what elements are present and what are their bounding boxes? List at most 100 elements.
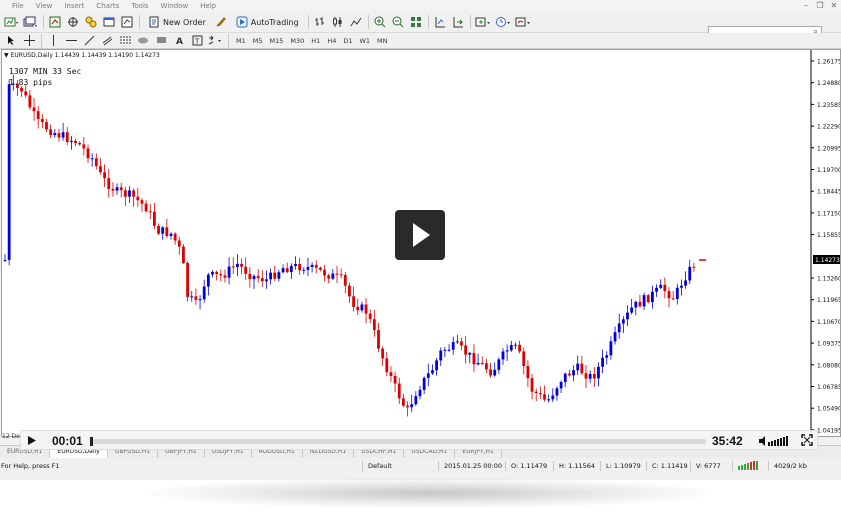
zoom-in-icon[interactable]: [373, 15, 387, 30]
horizontal-line-icon[interactable]: [64, 33, 78, 48]
menu-view[interactable]: View: [36, 2, 53, 10]
zoom-out-icon[interactable]: [391, 15, 405, 30]
candle-body: [57, 133, 61, 138]
candle-body: [692, 266, 696, 268]
autoscroll-icon[interactable]: [451, 15, 465, 30]
candle-body: [128, 190, 131, 197]
candlestick-icon[interactable]: [331, 15, 345, 30]
new-chart-icon[interactable]: [4, 15, 19, 30]
new-order-button[interactable]: New Order: [144, 14, 210, 31]
vertical-line-icon[interactable]: [46, 33, 60, 48]
status-high: H: 1.11564: [553, 461, 603, 471]
toolbar-separator: [427, 15, 429, 29]
timeframe-m5[interactable]: M5: [253, 37, 263, 45]
candle-body: [485, 363, 488, 370]
candle-body: [74, 140, 77, 143]
menu-window[interactable]: Window: [161, 2, 189, 10]
chart-menu-triangle-icon[interactable]: ▼: [4, 52, 9, 59]
profiles-icon[interactable]: [23, 15, 38, 30]
rectangle-icon[interactable]: [154, 33, 168, 48]
candle-body: [626, 312, 629, 320]
candle-body: [7, 84, 11, 260]
timeframe-w1[interactable]: W1: [359, 37, 370, 45]
price-tick-label: 1.11965: [817, 297, 840, 304]
terminal-icon[interactable]: [102, 15, 116, 30]
candle-body: [418, 389, 422, 397]
volume-icon[interactable]: [759, 435, 791, 449]
candle-body: [393, 375, 397, 384]
indicators-icon[interactable]: [475, 15, 491, 30]
video-play-overlay[interactable]: [395, 210, 445, 260]
chart-shift-icon[interactable]: [433, 15, 447, 30]
candle-time-overlay: 1307 MIN 33 Sec: [9, 67, 82, 76]
timeframe-m1[interactable]: M1: [236, 37, 246, 45]
close-icon[interactable]: ✕: [827, 0, 841, 11]
candle-body: [422, 377, 426, 390]
timeframe-d1[interactable]: D1: [343, 37, 352, 45]
candle-body: [285, 268, 289, 273]
candle-body: [605, 355, 609, 358]
bar-chart-icon[interactable]: [313, 15, 327, 30]
menu-file[interactable]: File: [12, 2, 24, 10]
candle-body: [223, 275, 227, 278]
timeframe-m30[interactable]: M30: [290, 37, 304, 45]
candle-body: [281, 268, 285, 273]
candle-body: [32, 107, 36, 112]
candle-body: [252, 275, 256, 280]
candle-body: [372, 319, 376, 331]
timeframe-m15[interactable]: M15: [270, 37, 284, 45]
data-window-icon[interactable]: [66, 15, 80, 30]
crosshair-icon[interactable]: [22, 33, 36, 48]
metaeditor-icon[interactable]: [214, 15, 228, 30]
line-chart-icon[interactable]: [349, 15, 363, 30]
new-order-label: New Order: [163, 17, 206, 27]
fibonacci-icon[interactable]: [118, 33, 132, 48]
candle-body: [667, 291, 671, 299]
menu-help[interactable]: Help: [200, 2, 216, 10]
price-tick-label: 1.23585: [817, 102, 840, 109]
seek-bar[interactable]: [90, 437, 706, 446]
candle-body: [410, 404, 414, 408]
tile-windows-icon[interactable]: [409, 15, 423, 30]
market-watch-icon[interactable]: [48, 15, 62, 30]
candle-body: [306, 266, 310, 270]
strategy-tester-icon[interactable]: [120, 15, 134, 30]
play-button[interactable]: [27, 435, 37, 448]
cursor-icon[interactable]: [4, 33, 18, 48]
arrows-icon[interactable]: [208, 33, 223, 48]
timeframe-h1[interactable]: H1: [311, 37, 320, 45]
svg-text:A: A: [176, 37, 183, 46]
menu-charts[interactable]: Charts: [96, 2, 119, 10]
candle-body: [277, 272, 281, 279]
candle-body: [70, 140, 73, 142]
candle-body: [194, 296, 198, 300]
text-label-icon[interactable]: T: [190, 33, 204, 48]
status-low: L: 1.10979: [600, 461, 648, 471]
minimize-icon[interactable]: –: [799, 0, 813, 11]
seek-handle[interactable]: [90, 437, 93, 446]
main-toolbar: New Order AutoTrading ⌕: [0, 12, 841, 41]
price-tick-label: 1.26175: [817, 59, 840, 66]
candle-body: [227, 266, 231, 278]
candle-body: [244, 266, 248, 274]
price-tick-label: 1.04195: [817, 427, 840, 434]
timeframe-h4[interactable]: H4: [327, 37, 336, 45]
channel-icon[interactable]: [100, 33, 114, 48]
fullscreen-icon[interactable]: [801, 434, 813, 448]
text-icon[interactable]: A: [172, 33, 186, 48]
autotrading-button[interactable]: AutoTrading: [232, 14, 303, 31]
candle-body: [630, 307, 634, 313]
periods-icon[interactable]: [495, 15, 511, 30]
status-profile[interactable]: Default: [362, 461, 440, 471]
trendline-icon[interactable]: [82, 33, 96, 48]
navigator-icon[interactable]: [84, 15, 98, 30]
ellipse-icon[interactable]: [136, 33, 150, 48]
connection-bars-icon: [732, 461, 766, 471]
restore-icon[interactable]: ❐: [813, 0, 827, 11]
menu-insert[interactable]: Insert: [64, 2, 84, 10]
price-tick-label: 1.22290: [817, 124, 840, 131]
timeframe-mn[interactable]: MN: [377, 37, 387, 45]
menu-tools[interactable]: Tools: [131, 2, 148, 10]
candle-body: [538, 393, 542, 395]
templates-icon[interactable]: [515, 15, 531, 30]
